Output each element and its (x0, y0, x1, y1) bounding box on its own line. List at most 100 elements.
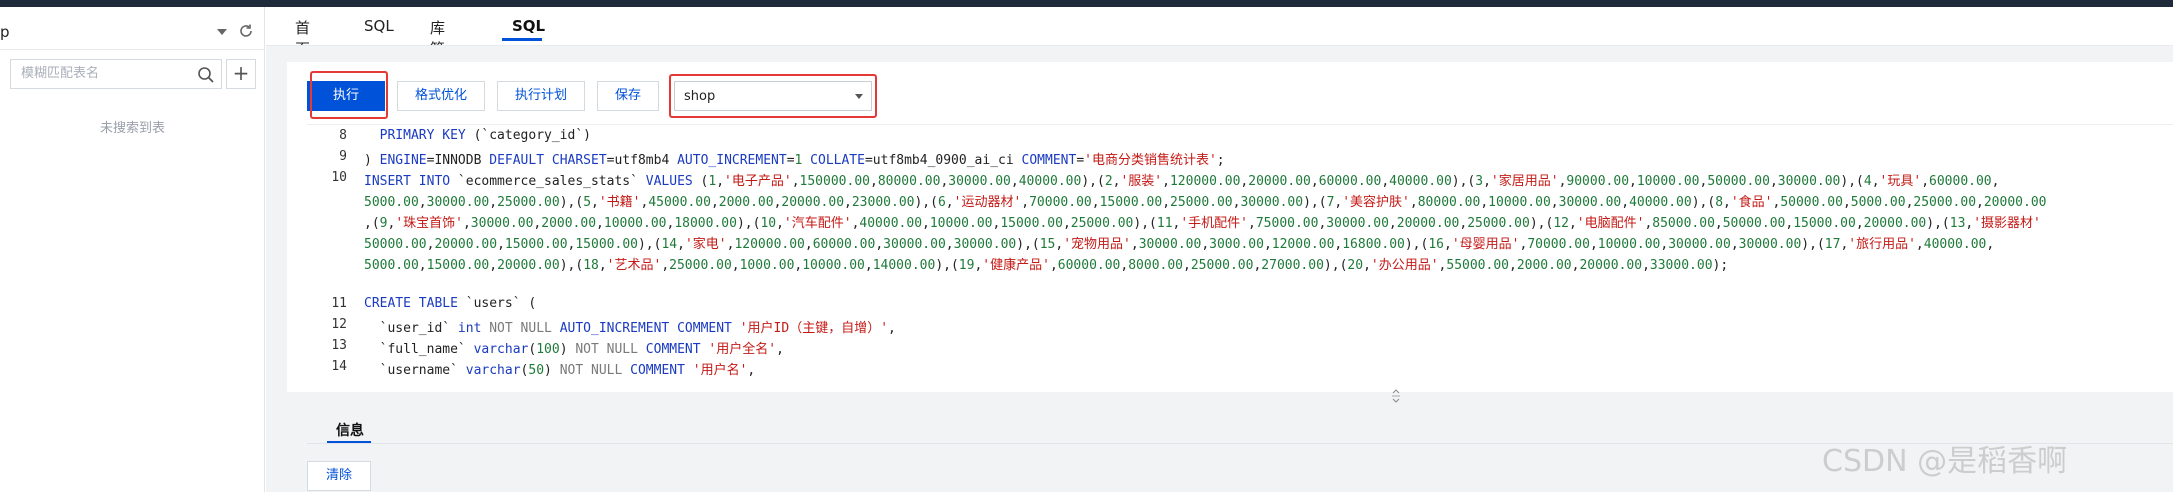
code-token: 50000.00 (1780, 195, 1843, 210)
tab-info[interactable]: 信息 (336, 420, 364, 440)
code-token: , (716, 174, 725, 189)
format-button[interactable]: 格式优化 (397, 81, 485, 111)
code-token: '健康产品' (982, 258, 1050, 273)
code-token: , (1010, 174, 1019, 189)
code-token: 40000.00 (1923, 237, 1987, 252)
code-token: , (888, 321, 896, 336)
code-token: varchar (473, 342, 529, 357)
code-token: ),( (914, 195, 938, 210)
code-token: '电商分类销售统计表' (1084, 153, 1217, 168)
execution-plan-button[interactable]: 执行计划 (497, 81, 585, 111)
code-token: ),( (1926, 216, 1950, 231)
code-token: 15 (1039, 237, 1056, 252)
code-token: 20000.00 (1396, 216, 1460, 231)
code-token: COMMENT (677, 321, 732, 336)
empty-state-text: 未搜索到表 (99, 121, 165, 136)
code-token: , (1509, 258, 1517, 273)
code-token: , (875, 237, 884, 252)
code-token: COLLATE (810, 153, 865, 168)
line-number: 9 (339, 149, 347, 164)
sql-editor[interactable]: 8 9 10 11 12 13 14 15 PRIMARY KEY (`category_id… (307, 124, 2173, 379)
code-line: 50000.00,20000.00,15000.00,15000.00),(14… (364, 233, 1994, 252)
code-token: 5000.00 (364, 195, 419, 210)
code-token: NOT NULL (559, 363, 623, 378)
code-token: 2000.00 (1516, 258, 1572, 273)
code-token: COMMENT (1021, 153, 1077, 168)
code-token: , (677, 237, 685, 252)
code-token: 25000.00 (669, 258, 732, 273)
code-line: PRIMARY KEY (`category_id`) (364, 128, 591, 143)
code-token: 45000.00 (648, 195, 711, 210)
save-button[interactable]: 保存 (597, 81, 659, 111)
code-token: ( (371, 216, 380, 231)
code-token: int (457, 321, 482, 336)
refresh-icon[interactable] (237, 22, 255, 40)
tab-sql[interactable]: SQL (364, 17, 394, 35)
code-token: 50000.00 (1707, 174, 1770, 189)
table-search-input[interactable] (21, 66, 191, 81)
code-token: 27000.00 (1261, 258, 1324, 273)
code-token: , (1480, 195, 1489, 210)
code-token: '服装' (1120, 174, 1163, 189)
code-token: , (1130, 237, 1139, 252)
tab-sql-active[interactable]: SQL (512, 17, 545, 35)
code-token: =utf8mb4 (606, 153, 678, 168)
code-token: , (1062, 216, 1071, 231)
code-token: , (598, 258, 607, 273)
code-token: , (864, 258, 873, 273)
code-token: =INNODB (426, 153, 490, 168)
code-token: `user_id` (364, 321, 458, 336)
code-token: 20000.00 (1579, 258, 1643, 273)
code-token: 10000.00 (1597, 237, 1661, 252)
code-token: 17 (1824, 237, 1841, 252)
code-token: ),( (736, 216, 761, 231)
code-token: 16 (1428, 237, 1444, 252)
code-token: 50 (528, 363, 545, 378)
resize-handle-icon[interactable] (1390, 388, 1402, 404)
code-token: , (1310, 174, 1319, 189)
code-token: 25000.00 (1467, 216, 1530, 231)
code-token: 23000.00 (851, 195, 915, 210)
code-token: '摄影器材' (1973, 216, 2041, 231)
watermark: CSDN @是稻香啊 (1822, 444, 2068, 479)
code-token: ),( (1801, 237, 1825, 252)
code-token: 30000.00 (883, 237, 946, 252)
database-selector[interactable]: p (0, 17, 265, 47)
code-token: , (1921, 174, 1930, 189)
code-token: 50000.00 (1722, 216, 1786, 231)
code-token: , (945, 237, 954, 252)
code-token: ENGINE (379, 153, 427, 168)
code-token: 20000.00 (781, 195, 845, 210)
code-token: 70000.00 (1527, 237, 1590, 252)
code-token: , (591, 195, 599, 210)
code-token: 75000.00 (1255, 216, 1319, 231)
code-token: 25000.00 (497, 195, 560, 210)
code-token: '美容护肤' (1342, 195, 1410, 210)
code-token: , (489, 258, 498, 273)
table-search-box[interactable] (10, 59, 222, 89)
search-icon[interactable] (197, 66, 215, 84)
code-line: CREATE TABLE `users` ( (364, 296, 536, 311)
code-token: , (1021, 195, 1030, 210)
code-token: '旅行用品' (1848, 237, 1916, 252)
code-token: , (462, 216, 471, 231)
code-line: `user_id` int NOT NULL AUTO_INCREMENT CO… (364, 317, 896, 336)
clear-button[interactable]: 清除 (307, 461, 371, 491)
code-token: 55000.00 (1446, 258, 1509, 273)
code-token: , (1769, 174, 1778, 189)
code-token: ),( (1404, 237, 1429, 252)
code-token: , (1162, 195, 1171, 210)
code-token: , (1444, 237, 1452, 252)
chevron-down-icon[interactable] (217, 29, 227, 35)
plus-icon: + (232, 61, 250, 85)
code-token: 20000.00 (1983, 195, 2047, 210)
code-token: , (1091, 195, 1100, 210)
add-table-button[interactable]: + (226, 59, 256, 89)
code-token: , (922, 216, 930, 231)
code-token: COMMENT (645, 342, 701, 357)
code-token: , (945, 195, 954, 210)
code-token: , (1855, 216, 1864, 231)
code-token: '电脑配件' (1576, 216, 1645, 231)
code-token: '汽车配件' (783, 216, 852, 231)
code-token: , (1162, 174, 1170, 189)
